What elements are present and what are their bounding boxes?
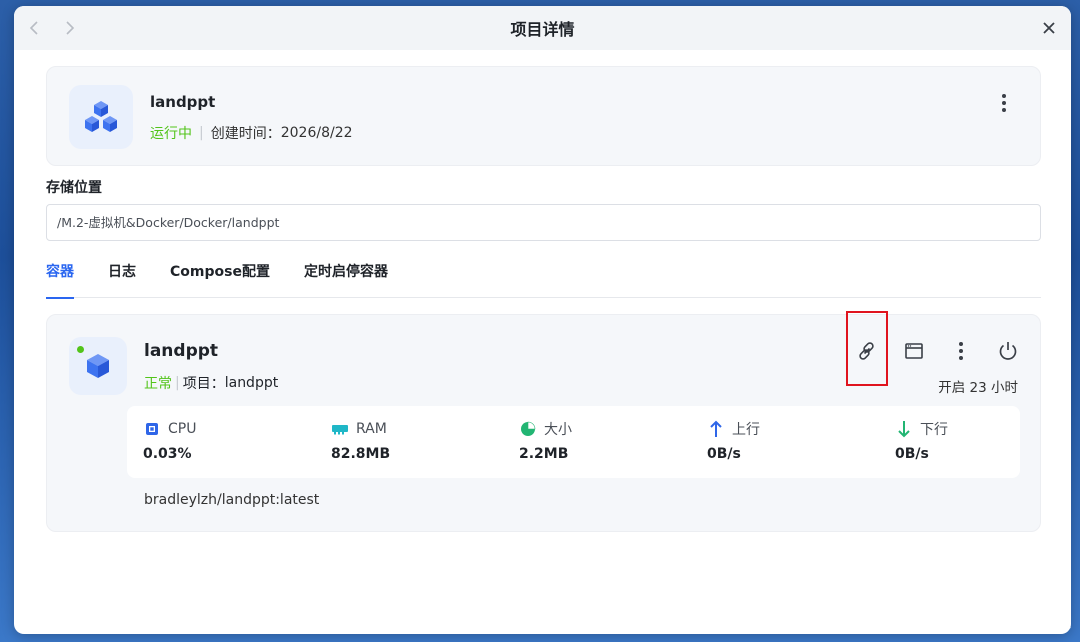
stat-value: 0.03% bbox=[143, 446, 192, 462]
arrow-down-icon bbox=[895, 420, 913, 438]
open-link-button[interactable] bbox=[853, 337, 881, 365]
container-meta: 正常 | 项目： landppt bbox=[144, 373, 278, 393]
stat-label: CPU bbox=[168, 421, 197, 437]
chevron-right-icon bbox=[66, 21, 75, 35]
divider: | bbox=[199, 125, 204, 141]
link-icon bbox=[859, 342, 874, 360]
more-vertical-icon bbox=[1002, 94, 1006, 112]
forward-button[interactable] bbox=[58, 16, 82, 40]
stat-cpu: CPU 0.03% bbox=[143, 419, 196, 462]
container-project-label: 项目： bbox=[182, 376, 225, 392]
container-project-value: landppt bbox=[224, 375, 279, 391]
container-name: landppt bbox=[144, 341, 219, 361]
tab-logs[interactable]: 日志 bbox=[108, 254, 136, 298]
title-bar: 项目详情 bbox=[14, 6, 1071, 50]
stat-value: 0B/s bbox=[895, 446, 929, 462]
stat-label: 下行 bbox=[920, 422, 948, 438]
storage-path-field[interactable]: /M.2-虚拟机&Docker/Docker/landppt bbox=[46, 204, 1041, 241]
divider: | bbox=[175, 375, 180, 391]
storage-label: 存储位置 bbox=[46, 180, 102, 196]
stat-value: 2.2MB bbox=[519, 446, 569, 462]
cube-icon bbox=[87, 354, 109, 378]
stat-upload: 上行 0B/s bbox=[707, 419, 760, 462]
project-icon bbox=[69, 85, 133, 149]
cpu-chip-icon bbox=[143, 420, 161, 438]
arrow-up-icon bbox=[707, 420, 725, 438]
container-actions bbox=[834, 337, 1022, 365]
watermark: 值 什么值得买 bbox=[958, 607, 1072, 632]
container-more-button[interactable] bbox=[947, 337, 975, 365]
back-button[interactable] bbox=[22, 16, 46, 40]
pie-chart-icon bbox=[519, 420, 537, 438]
uptime-text: 开启 23 小时 bbox=[938, 380, 1018, 396]
project-card: landppt 运行中 | 创建时间： 2026/8/22 bbox=[46, 66, 1041, 166]
running-indicator-dot bbox=[77, 346, 84, 353]
created-value: 2026/8/22 bbox=[280, 125, 353, 141]
project-detail-window: 项目详情 landppt 运行中 | 创建时间： 2026/8/22 存储位置 … bbox=[14, 6, 1071, 634]
cubes-icon bbox=[85, 101, 117, 132]
stat-label: 大小 bbox=[544, 422, 572, 438]
watermark-text: 什么值得买 bbox=[987, 612, 1072, 632]
tab-containers[interactable]: 容器 bbox=[46, 254, 74, 299]
stat-ram: RAM 82.8MB bbox=[331, 419, 390, 462]
stat-value: 0B/s bbox=[707, 446, 741, 462]
terminal-window-button[interactable] bbox=[900, 337, 928, 365]
stat-value: 82.8MB bbox=[331, 446, 391, 462]
stat-size: 大小 2.2MB bbox=[519, 419, 572, 462]
stat-label: RAM bbox=[356, 421, 387, 437]
project-status: 运行中 bbox=[150, 126, 192, 142]
stats-panel: CPU 0.03% RAM 82.8MB 大小 2.2MB 上行 0B/s 下行… bbox=[127, 406, 1020, 478]
stat-download: 下行 0B/s bbox=[895, 419, 948, 462]
tab-scheduled-start-stop[interactable]: 定时启停容器 bbox=[304, 254, 388, 298]
chevron-left-icon bbox=[29, 21, 38, 35]
window-icon bbox=[905, 343, 923, 359]
close-button[interactable] bbox=[1037, 16, 1061, 40]
container-image-name: bradleylzh/landppt:latest bbox=[144, 492, 320, 508]
tab-bar: 容器 日志 Compose配置 定时启停容器 bbox=[46, 254, 1041, 299]
watermark-logo-icon: 值 bbox=[958, 607, 982, 632]
more-vertical-icon bbox=[959, 342, 963, 360]
power-button[interactable] bbox=[994, 337, 1022, 365]
memory-icon bbox=[331, 420, 349, 438]
container-status: 正常 bbox=[144, 376, 172, 392]
container-card: landppt 正常 | 项目： landppt 开启 23 小时 CPU 0.… bbox=[46, 311, 1041, 532]
power-icon bbox=[999, 342, 1017, 360]
project-more-button[interactable] bbox=[992, 91, 1016, 115]
project-meta: 运行中 | 创建时间： 2026/8/22 bbox=[150, 123, 353, 143]
window-title: 项目详情 bbox=[510, 20, 575, 39]
stat-label: 上行 bbox=[732, 422, 760, 438]
project-name: landppt bbox=[150, 93, 216, 111]
tab-compose-config[interactable]: Compose配置 bbox=[170, 254, 270, 298]
created-label: 创建时间： bbox=[210, 126, 281, 142]
close-icon bbox=[1043, 22, 1055, 34]
